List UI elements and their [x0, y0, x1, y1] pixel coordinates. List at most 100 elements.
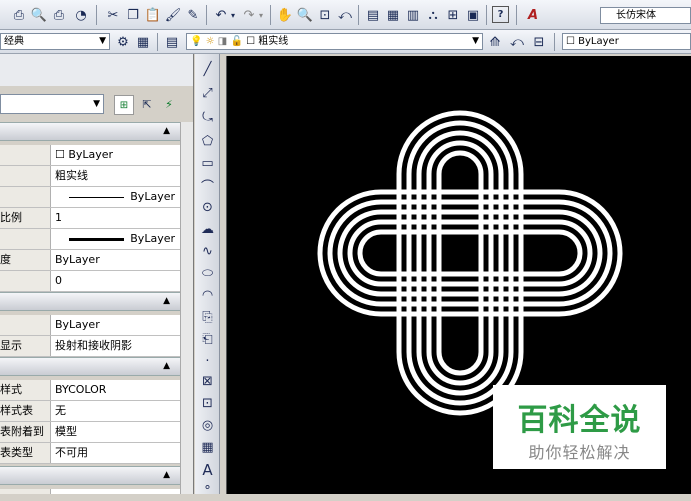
zoom-realtime-icon[interactable]: 🔍 [296, 6, 314, 24]
watermark-title: 百科全说 [517, 403, 642, 438]
section-plot-style-header[interactable]: ▲ [0, 357, 180, 376]
section-view-header[interactable]: ▲ [0, 466, 180, 485]
rectangle-icon[interactable]: ▭ [198, 154, 217, 173]
polygon-icon[interactable]: ⬠ [198, 132, 217, 151]
gear-icon[interactable]: ⚙ [114, 33, 132, 51]
property-row[interactable]: ByLayer [0, 229, 180, 250]
region-icon[interactable]: ◎ [198, 416, 217, 435]
block-editor-icon[interactable]: ✎ [184, 6, 202, 24]
property-row[interactable]: 显示 投射和接收阴影 [0, 336, 180, 357]
gradient-icon[interactable]: ⊡ [198, 394, 217, 413]
property-row[interactable]: 样式表 无 [0, 401, 180, 422]
property-value: 模型 [55, 425, 77, 438]
property-row[interactable]: 0 [0, 271, 180, 292]
zoom-previous-icon[interactable]: ⤺ [336, 6, 354, 24]
property-row[interactable]: 比例 1 [0, 208, 180, 229]
tool-palettes-icon[interactable]: ▥ [404, 6, 422, 24]
sheet-set-icon[interactable]: ⛬ [424, 6, 442, 24]
workspace-settings-icon[interactable]: ▦ [134, 33, 152, 51]
section-general-header[interactable]: ▲ [0, 122, 180, 141]
arc-icon[interactable]: ⌒ [198, 176, 217, 195]
freeze-icon: ◨ [217, 36, 228, 47]
layer-name: 粗实线 [258, 36, 289, 47]
ellipse-icon[interactable]: ⬭ [198, 264, 217, 283]
quick-select-icon[interactable]: ⚡ [160, 95, 178, 113]
property-value: 无 [55, 404, 66, 417]
revision-cloud-icon[interactable]: ☁ [198, 220, 217, 239]
property-row[interactable] [0, 489, 180, 494]
property-value: 粗实线 [55, 169, 88, 182]
text-style-combo[interactable]: 长仿宋体 [600, 7, 691, 24]
print-icon[interactable]: ⎙ [10, 6, 28, 24]
make-block-icon[interactable]: ⎗ [198, 330, 217, 349]
workspace-combo[interactable]: 经典 ▼ [0, 33, 110, 50]
color-combo[interactable]: ☐ ByLayer [562, 33, 691, 50]
sun-icon: ☼ [205, 36, 215, 47]
multiline-text-icon[interactable]: A [198, 460, 217, 479]
workspace-value: 经典 [4, 36, 24, 47]
object-type-combo[interactable]: ▼ [0, 94, 104, 114]
3d-dwf-icon[interactable]: ◔ [72, 6, 90, 24]
property-row[interactable]: ByLayer [0, 315, 180, 336]
property-label [0, 145, 51, 165]
lock-icon: 🔓 [230, 36, 243, 47]
zoom-window-icon[interactable]: ⊡ [316, 6, 334, 24]
ellipse-arc-icon[interactable]: ◠ [198, 286, 217, 305]
property-label: 样式 [0, 380, 51, 400]
line-icon[interactable]: ╱ [198, 60, 217, 79]
insert-block-icon[interactable]: ⎘ [198, 308, 217, 327]
property-row[interactable]: ByLayer [0, 187, 180, 208]
layer-previous-icon[interactable]: ⤺ [508, 33, 526, 51]
property-value: 1 [55, 211, 62, 224]
hatch-icon[interactable]: ⊠ [198, 372, 217, 391]
pan-icon[interactable]: ✋ [276, 6, 294, 24]
palette-scrollbar[interactable] [180, 122, 193, 494]
spline-icon[interactable]: ∿ [198, 242, 217, 261]
chevron-down-icon[interactable]: ▾ [256, 6, 266, 24]
layer-combo[interactable]: 💡 ☼ ◨ 🔓 ☐ 粗实线 ▼ [186, 33, 483, 50]
layer-manager-icon[interactable]: ▤ [163, 33, 181, 51]
property-row[interactable]: ☐ ByLayer [0, 145, 180, 166]
calculator-icon[interactable]: ▣ [464, 6, 482, 24]
property-value: ByLayer [55, 253, 100, 266]
property-row[interactable]: 度 ByLayer [0, 250, 180, 271]
properties-icon[interactable]: ▤ [364, 6, 382, 24]
publish-icon[interactable]: ⎙ [50, 6, 68, 24]
toggle-pickadd-icon[interactable]: ⊞ [114, 95, 134, 115]
circle-icon[interactable]: ⊙ [198, 198, 217, 217]
markup-icon[interactable]: ⊞ [444, 6, 462, 24]
polyline-icon[interactable]: ⤿ [198, 108, 217, 127]
property-row[interactable]: 粗实线 [0, 166, 180, 187]
cut-icon[interactable]: ✂ [104, 6, 122, 24]
design-center-icon[interactable]: ▦ [384, 6, 402, 24]
match-properties-icon[interactable]: 🖌 [164, 6, 182, 24]
collapse-icon: ▲ [163, 361, 170, 371]
property-row[interactable]: 表附着到 模型 [0, 422, 180, 443]
chevron-down-icon: ▼ [472, 36, 479, 46]
copy-icon[interactable]: ❐ [124, 6, 142, 24]
property-label: 样式表 [0, 401, 51, 421]
text-style-icon[interactable]: A [524, 6, 542, 24]
chevron-down-icon[interactable]: ▾ [228, 6, 238, 24]
paste-icon[interactable]: 📋 [144, 6, 162, 24]
property-value: ByLayer [68, 148, 114, 161]
chevron-down-icon: ▼ [93, 99, 100, 109]
point-icon[interactable]: · [198, 352, 217, 371]
color-swatch: ☐ [55, 148, 69, 161]
property-value: 0 [55, 274, 62, 287]
add-selected-icon[interactable]: ° [198, 482, 217, 501]
layer-states-icon[interactable]: ⊟ [530, 33, 548, 51]
section-3d-visualization-header[interactable]: ▲ [0, 292, 180, 311]
table-icon[interactable]: ▦ [198, 438, 217, 457]
property-label [0, 166, 51, 186]
select-objects-icon[interactable]: ⇱ [138, 95, 156, 113]
make-current-layer-icon[interactable]: ⟰ [486, 33, 504, 51]
property-value: BYCOLOR [55, 383, 107, 396]
property-row[interactable]: 样式 BYCOLOR [0, 380, 180, 401]
property-label: 比例 [0, 208, 51, 228]
construction-line-icon[interactable]: ⤢ [198, 84, 217, 103]
linetype-sample [69, 196, 125, 198]
help-icon[interactable]: ? [492, 6, 509, 23]
property-row[interactable]: 表类型 不可用 [0, 443, 180, 464]
print-preview-icon[interactable]: 🔍 [30, 6, 48, 24]
